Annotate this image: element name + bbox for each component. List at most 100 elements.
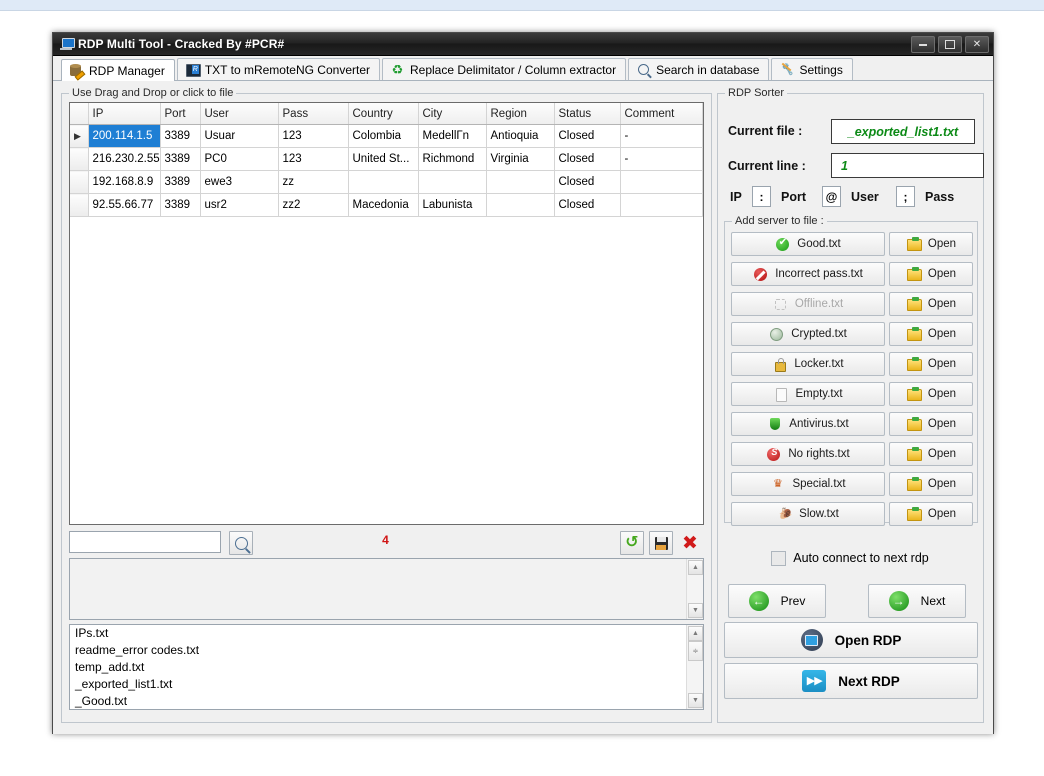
locker-txt-button[interactable]: Locker.txt (731, 352, 885, 376)
column-header-port[interactable]: Port (160, 103, 200, 125)
cell-pass[interactable]: zz (278, 171, 348, 194)
crypted-txt-button[interactable]: Crypted.txt (731, 322, 885, 346)
minimize-button[interactable] (911, 36, 935, 53)
tab-settings[interactable]: 🔧 Settings (771, 58, 852, 80)
cell-port[interactable]: 3389 (160, 171, 200, 194)
cell-city[interactable]: Labunista (418, 194, 486, 217)
row-indicator[interactable] (70, 171, 88, 194)
tab-search-in-database[interactable]: Search in database (628, 58, 769, 80)
open-crypted-txt-button[interactable]: Open (889, 322, 973, 346)
column-header-country[interactable]: Country (348, 103, 418, 125)
open-slow-txt-button[interactable]: Open (889, 502, 973, 526)
cell-comment[interactable] (620, 171, 703, 194)
open-no-rights-txt-button[interactable]: Open (889, 442, 973, 466)
row-indicator[interactable] (70, 194, 88, 217)
cell-port[interactable]: 3389 (160, 148, 200, 171)
table-row[interactable]: 192.168.8.9 3389 ewe3 zz Closed (70, 171, 703, 194)
prev-button[interactable]: ← Prev (728, 584, 826, 618)
cell-region[interactable]: Antioquia (486, 125, 554, 148)
cell-port[interactable]: 3389 (160, 194, 200, 217)
cell-ip[interactable]: 200.114.1.5 (88, 125, 160, 148)
table-row[interactable]: 92.55.66.77 3389 usr2 zz2 Macedonia Labu… (70, 194, 703, 217)
scroll-up-arrow[interactable]: ▲ (688, 626, 703, 641)
cell-comment[interactable]: - (620, 125, 703, 148)
separator-2-input[interactable]: @ (822, 186, 841, 207)
no-rights-txt-button[interactable]: No rights.txt (731, 442, 885, 466)
scroll-up-arrow[interactable]: ▲ (688, 560, 703, 575)
log-output-box[interactable]: ▲ ▼ (69, 558, 704, 620)
cell-pass[interactable]: 123 (278, 125, 348, 148)
slow-txt-button[interactable]: 🐌Slow.txt (731, 502, 885, 526)
cell-user[interactable]: usr2 (200, 194, 278, 217)
column-header-user[interactable]: User (200, 103, 278, 125)
open-incorrect-pass-txt-button[interactable]: Open (889, 262, 973, 286)
cell-port[interactable]: 3389 (160, 125, 200, 148)
scroll-down-arrow[interactable]: ▼ (688, 603, 703, 618)
close-button[interactable]: ✕ (965, 36, 989, 53)
cell-city[interactable]: Richmond (418, 148, 486, 171)
open-locker-txt-button[interactable]: Open (889, 352, 973, 376)
list-item[interactable]: _exported_list1.txt (70, 676, 703, 693)
log-scrollbar[interactable]: ▲ ▼ (686, 559, 703, 619)
tab-replace-delimitator[interactable]: ♻ Replace Delimitator / Column extractor (382, 58, 626, 80)
cell-status[interactable]: Closed (554, 171, 620, 194)
tab-rdp-manager[interactable]: RDP Manager (61, 59, 175, 81)
cell-user[interactable]: Usuar (200, 125, 278, 148)
column-header-ip[interactable]: IP (88, 103, 160, 125)
antivirus-txt-button[interactable]: Antivirus.txt (731, 412, 885, 436)
file-list-box[interactable]: IPs.txt readme_error codes.txt temp_add.… (69, 624, 704, 710)
list-item[interactable]: temp_add.txt (70, 659, 703, 676)
table-row[interactable]: ▶ 200.114.1.5 3389 Usuar 123 Colombia Me… (70, 125, 703, 148)
list-item[interactable]: _Good.txt (70, 693, 703, 710)
tab-txt-converter[interactable]: TXT to mRemoteNG Converter (177, 58, 380, 80)
cell-user[interactable]: PC0 (200, 148, 278, 171)
cell-country[interactable] (348, 171, 418, 194)
column-header-region[interactable]: Region (486, 103, 554, 125)
cell-comment[interactable]: - (620, 148, 703, 171)
column-header-comment[interactable]: Comment (620, 103, 703, 125)
open-offline-txt-button[interactable]: Open (889, 292, 973, 316)
cell-country[interactable]: Colombia (348, 125, 418, 148)
cell-country[interactable]: Macedonia (348, 194, 418, 217)
save-button[interactable] (649, 531, 673, 555)
cell-pass[interactable]: 123 (278, 148, 348, 171)
cell-pass[interactable]: zz2 (278, 194, 348, 217)
open-good-txt-button[interactable]: Open (889, 232, 973, 256)
column-header-status[interactable]: Status (554, 103, 620, 125)
next-rdp-button[interactable]: ▶▶ Next RDP (724, 663, 978, 699)
table-row[interactable]: 216.230.2.55 3389 PC0 123 United St... R… (70, 148, 703, 171)
next-button[interactable]: → Next (868, 584, 966, 618)
open-empty-txt-button[interactable]: Open (889, 382, 973, 406)
cell-ip[interactable]: 192.168.8.9 (88, 171, 160, 194)
special-txt-button[interactable]: ♛Special.txt (731, 472, 885, 496)
server-grid[interactable]: IP Port User Pass Country City Region St… (69, 102, 704, 525)
cell-user[interactable]: ewe3 (200, 171, 278, 194)
scroll-down-arrow[interactable]: ▼ (688, 693, 703, 708)
cell-region[interactable]: Virginia (486, 148, 554, 171)
delete-button[interactable]: ✖ (678, 531, 702, 555)
separator-1-input[interactable]: : (752, 186, 771, 207)
cell-ip[interactable]: 216.230.2.55 (88, 148, 160, 171)
good-txt-button[interactable]: Good.txt (731, 232, 885, 256)
cell-status[interactable]: Closed (554, 125, 620, 148)
cell-status[interactable]: Closed (554, 148, 620, 171)
separator-3-input[interactable]: ; (896, 186, 915, 207)
cell-city[interactable] (418, 171, 486, 194)
auto-connect-row[interactable]: Auto connect to next rdp (724, 549, 976, 567)
cell-status[interactable]: Closed (554, 194, 620, 217)
cell-comment[interactable] (620, 194, 703, 217)
scrollbar-thumb[interactable]: ≑ (688, 641, 703, 661)
open-antivirus-txt-button[interactable]: Open (889, 412, 973, 436)
row-indicator[interactable] (70, 148, 88, 171)
undo-button[interactable]: ↺ (620, 531, 644, 555)
cell-region[interactable] (486, 194, 554, 217)
file-list-scrollbar[interactable]: ▲ ≑ ▼ (686, 625, 703, 709)
cell-ip[interactable]: 92.55.66.77 (88, 194, 160, 217)
column-header-city[interactable]: City (418, 103, 486, 125)
empty-txt-button[interactable]: Empty.txt (731, 382, 885, 406)
list-item[interactable]: readme_error codes.txt (70, 642, 703, 659)
cell-country[interactable]: United St... (348, 148, 418, 171)
row-indicator[interactable]: ▶ (70, 125, 88, 148)
cell-region[interactable] (486, 171, 554, 194)
cell-city[interactable]: MedellГ­n (418, 125, 486, 148)
